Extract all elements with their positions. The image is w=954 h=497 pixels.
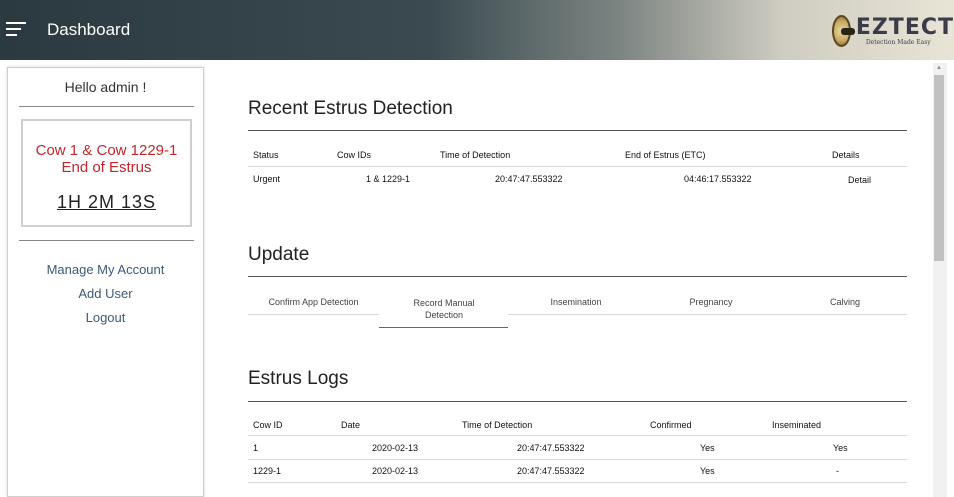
log-date: 2020-02-13 bbox=[372, 443, 419, 453]
eztect-logo: EZTECT Detection Made Easy bbox=[832, 15, 954, 47]
tab-insemination[interactable]: Insemination bbox=[512, 297, 640, 307]
tab-underline bbox=[248, 314, 379, 315]
sidebar-divider bbox=[19, 106, 194, 107]
tab-calving[interactable]: Calving bbox=[781, 297, 909, 307]
row-divider bbox=[248, 482, 907, 483]
col-header-details: Details bbox=[832, 150, 860, 160]
log-time: 20:47:47.553322 bbox=[517, 443, 585, 453]
row-divider bbox=[248, 166, 907, 167]
manage-account-link[interactable]: Manage My Account bbox=[8, 262, 203, 277]
log-inseminated: Yes bbox=[833, 443, 848, 453]
logout-link[interactable]: Logout bbox=[8, 310, 203, 325]
tab-active-underline bbox=[379, 327, 508, 328]
log-inseminated: - bbox=[836, 466, 839, 476]
recent-end: 04:46:17.553322 bbox=[684, 174, 752, 184]
logo-tagline: Detection Made Easy bbox=[865, 38, 931, 46]
logo-wordmark: EZTECT bbox=[855, 14, 954, 40]
section-divider bbox=[248, 276, 907, 277]
recent-time: 20:47:47.553322 bbox=[495, 174, 563, 184]
scrollbar-thumb[interactable] bbox=[934, 75, 944, 261]
col-header-cow-ids: Cow IDs bbox=[337, 150, 372, 160]
log-confirmed: Yes bbox=[700, 443, 715, 453]
update-title: Update bbox=[248, 244, 310, 265]
recent-detection-title: Recent Estrus Detection bbox=[248, 98, 453, 119]
cow-seal-icon bbox=[832, 15, 855, 47]
tab-underline bbox=[508, 314, 907, 315]
hamburger-menu-icon[interactable] bbox=[6, 22, 26, 38]
section-divider bbox=[248, 401, 907, 402]
tab-confirm-app-detection[interactable]: Confirm App Detection bbox=[251, 297, 376, 307]
row-divider bbox=[248, 435, 907, 436]
top-bar: Dashboard EZTECT Detection Made Easy bbox=[0, 0, 954, 60]
col-header-confirmed: Confirmed bbox=[650, 420, 692, 430]
page-title: Dashboard bbox=[47, 20, 131, 39]
col-header-time: Time of Detection bbox=[440, 150, 511, 160]
greeting: Hello admin ! bbox=[64, 79, 147, 95]
tab-label-line: Record Manual bbox=[413, 298, 475, 308]
sidebar-divider bbox=[19, 240, 194, 241]
alert-cows: Cow 1 & Cow 1229-1 bbox=[35, 142, 178, 159]
col-header-cow-id: Cow ID bbox=[253, 420, 283, 430]
page-scrollbar[interactable]: ▲ bbox=[933, 63, 947, 497]
log-time: 20:47:47.553322 bbox=[517, 466, 585, 476]
col-header-status: Status bbox=[253, 150, 279, 160]
alert-status: End of Estrus bbox=[61, 159, 152, 176]
row-divider bbox=[248, 459, 907, 460]
log-cow-id: 1 bbox=[253, 443, 259, 453]
add-user-link[interactable]: Add User bbox=[8, 286, 203, 301]
col-header-end-estrus: End of Estrus (ETC) bbox=[625, 150, 706, 160]
estrus-countdown: 1H 2M 13S bbox=[56, 192, 157, 212]
tab-label-line: Detection bbox=[424, 310, 464, 320]
estrus-alert-card: Cow 1 & Cow 1229-1 End of Estrus 1H 2M 1… bbox=[21, 119, 192, 227]
section-divider bbox=[248, 130, 907, 131]
detail-link[interactable]: Detail bbox=[848, 175, 871, 185]
col-header-time: Time of Detection bbox=[462, 420, 533, 430]
estrus-logs-title: Estrus Logs bbox=[248, 368, 349, 389]
log-confirmed: Yes bbox=[700, 466, 715, 476]
recent-status: Urgent bbox=[253, 174, 281, 184]
sidebar: Hello admin ! Cow 1 & Cow 1229-1 End of … bbox=[7, 67, 204, 497]
col-header-date: Date bbox=[341, 420, 361, 430]
log-cow-id: 1229-1 bbox=[253, 466, 282, 476]
log-date: 2020-02-13 bbox=[372, 466, 419, 476]
scroll-up-arrow-icon[interactable]: ▲ bbox=[936, 65, 942, 71]
recent-cow-ids: 1 & 1229-1 bbox=[366, 174, 411, 184]
col-header-inseminated: Inseminated bbox=[772, 420, 822, 430]
tab-pregnancy[interactable]: Pregnancy bbox=[647, 297, 775, 307]
tab-record-manual-detection[interactable]: Record Manual Detection bbox=[380, 297, 508, 321]
